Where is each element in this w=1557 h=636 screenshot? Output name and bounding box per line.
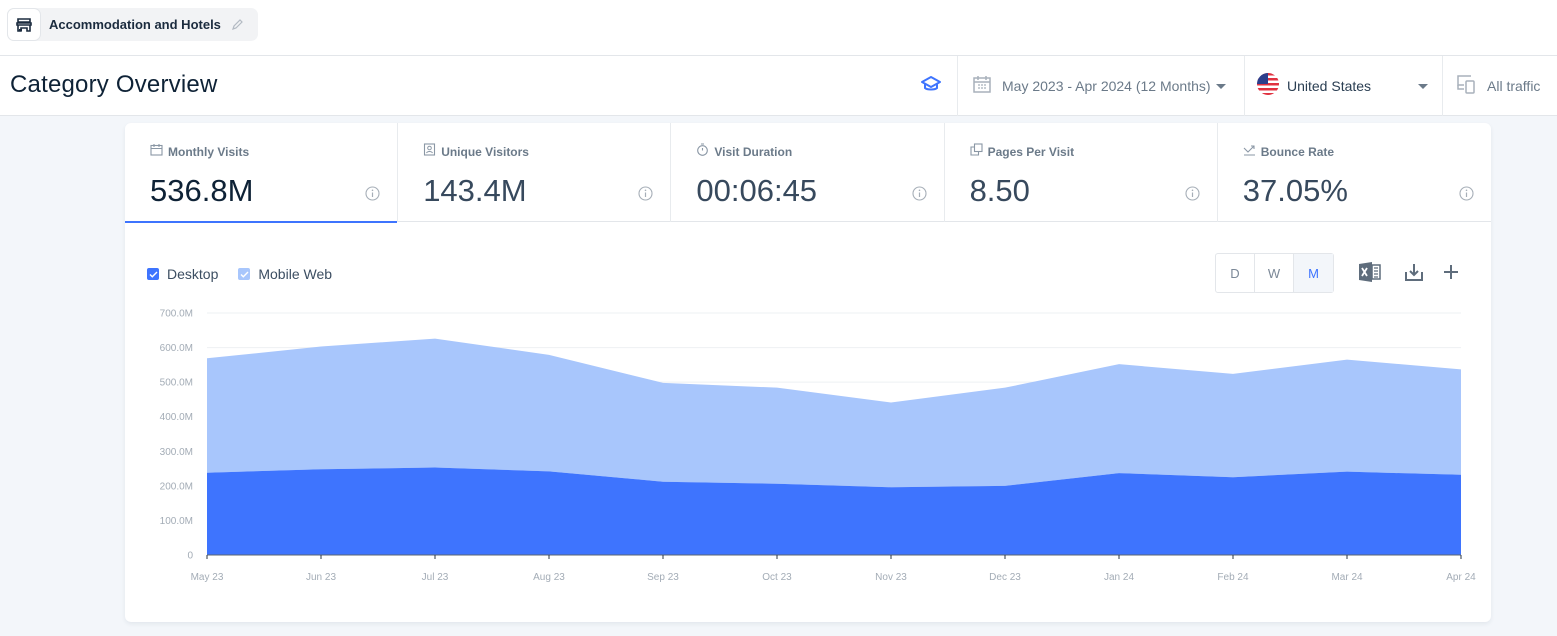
x-tick-label: Apr 24	[1446, 572, 1476, 583]
series-area-mobile-web	[207, 338, 1461, 488]
overview-card: Monthly Visits 536.8M Unique Visitors 14…	[125, 123, 1491, 622]
x-tick-label: Jan 24	[1104, 572, 1134, 583]
traffic-label: All traffic	[1487, 78, 1541, 94]
chevron-down-icon	[1215, 83, 1226, 89]
y-tick-label: 300.0M	[160, 447, 193, 458]
graduation-cap-icon	[920, 75, 942, 98]
date-range-label: May 2023 - Apr 2024 (12 Months)	[1002, 78, 1211, 94]
x-tick-label: Mar 24	[1331, 572, 1363, 583]
x-tick-label: Feb 24	[1217, 572, 1249, 583]
y-tick-label: 600.0M	[160, 343, 193, 354]
visits-area-chart: 0 100.0M 200.0M 300.0M 400.0M 500.0M 600.0M 700…	[160, 309, 1477, 584]
chevron-down-icon	[1418, 83, 1428, 89]
x-tick-label: Aug 23	[533, 572, 565, 583]
y-tick-label: 700.0M	[160, 309, 193, 320]
traffic-dropdown[interactable]: All traffic	[1442, 56, 1557, 116]
date-range-dropdown[interactable]: May 2023 - Apr 2024 (12 Months)	[957, 56, 1244, 116]
y-tick-label: 400.0M	[160, 412, 193, 423]
hotel-icon	[7, 8, 41, 41]
x-tick-label: Sep 23	[647, 572, 679, 583]
calendar-icon	[972, 74, 992, 99]
country-label: United States	[1287, 78, 1372, 94]
x-tick-label: Jul 23	[422, 572, 449, 583]
page-title: Category Overview	[10, 71, 218, 98]
us-flag-icon	[1257, 72, 1279, 100]
y-tick-label: 0	[187, 551, 193, 562]
x-tick-label: Oct 23	[762, 572, 792, 583]
learn-button[interactable]	[905, 56, 957, 116]
x-tick-label: Dec 23	[989, 572, 1021, 583]
category-label: Accommodation and Hotels	[49, 17, 221, 32]
top-bar: Accommodation and Hotels	[0, 0, 1557, 56]
x-tick-label: Nov 23	[875, 572, 907, 583]
y-tick-label: 100.0M	[160, 516, 193, 527]
x-tick-label: Jun 23	[306, 572, 336, 583]
x-tick-label: May 23	[191, 572, 224, 583]
country-dropdown[interactable]: United States	[1244, 56, 1442, 116]
pencil-icon[interactable]	[231, 18, 244, 31]
page-header: Category Overview May 2023 - Apr 2024 (1…	[0, 56, 1557, 116]
category-chip[interactable]: Accommodation and Hotels	[7, 8, 258, 41]
y-tick-label: 500.0M	[160, 378, 193, 389]
y-tick-label: 200.0M	[160, 481, 193, 492]
devices-icon	[1455, 73, 1477, 100]
